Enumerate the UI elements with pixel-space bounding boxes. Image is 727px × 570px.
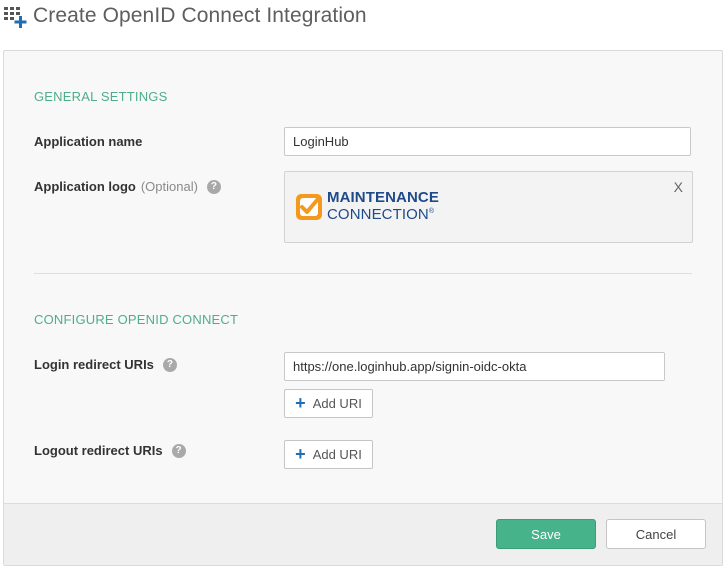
logo-wordmark: MAINTENANCE CONNECTION® <box>327 189 439 222</box>
general-settings-heading: GENERAL SETTINGS <box>34 89 168 104</box>
logo-line-2-text: CONNECTION <box>327 206 429 223</box>
grid-plus-icon <box>4 7 27 28</box>
add-logout-uri-label: Add URI <box>312 447 362 462</box>
logo-line-2: CONNECTION® <box>327 205 439 222</box>
openid-connect-heading: CONFIGURE OPENID CONNECT <box>34 312 239 327</box>
registered-mark: ® <box>428 208 435 215</box>
logout-redirect-label: Logout redirect URIs ? <box>34 443 186 458</box>
logo-line-1: MAINTENANCE <box>327 189 439 206</box>
save-button[interactable]: Save <box>496 519 596 549</box>
application-logo-help-icon[interactable]: ? <box>206 179 221 194</box>
add-login-uri-label: Add URI <box>312 396 362 411</box>
plus-icon: + <box>295 443 306 464</box>
logout-redirect-label-text: Logout redirect URIs <box>34 443 163 458</box>
add-logout-uri-button[interactable]: + Add URI <box>284 440 373 469</box>
login-redirect-help-icon[interactable]: ? <box>162 357 177 372</box>
application-name-input[interactable] <box>284 127 691 156</box>
section-divider <box>34 273 692 274</box>
application-logo-preview[interactable]: X MAINTENANCE CONNECTION® <box>284 171 693 243</box>
application-logo-label: Application logo (Optional) ? <box>34 179 221 194</box>
application-name-label-text: Application name <box>34 134 143 149</box>
add-login-uri-button[interactable]: + Add URI <box>284 389 373 418</box>
form-footer: Save Cancel <box>4 503 722 565</box>
cancel-button[interactable]: Cancel <box>606 519 706 549</box>
login-redirect-uri-input[interactable] <box>284 352 665 381</box>
login-redirect-label-text: Login redirect URIs <box>34 357 154 372</box>
application-logo-label-text: Application logo <box>34 179 136 194</box>
page-title: Create OpenID Connect Integration <box>33 4 367 27</box>
plus-icon: + <box>295 392 306 413</box>
checkmark-logo-icon <box>296 193 322 220</box>
logout-redirect-help-icon[interactable]: ? <box>171 443 186 458</box>
remove-logo-button[interactable]: X <box>674 179 683 195</box>
maintenance-connection-logo: MAINTENANCE CONNECTION® <box>295 189 439 222</box>
application-name-label: Application name <box>34 134 142 149</box>
page: Create OpenID Connect Integration GENERA… <box>0 0 727 570</box>
integration-form-panel: GENERAL SETTINGS Application name Applic… <box>3 50 723 566</box>
page-header: Create OpenID Connect Integration <box>0 0 727 40</box>
login-redirect-label: Login redirect URIs ? <box>34 357 177 372</box>
optional-hint: (Optional) <box>140 179 198 194</box>
